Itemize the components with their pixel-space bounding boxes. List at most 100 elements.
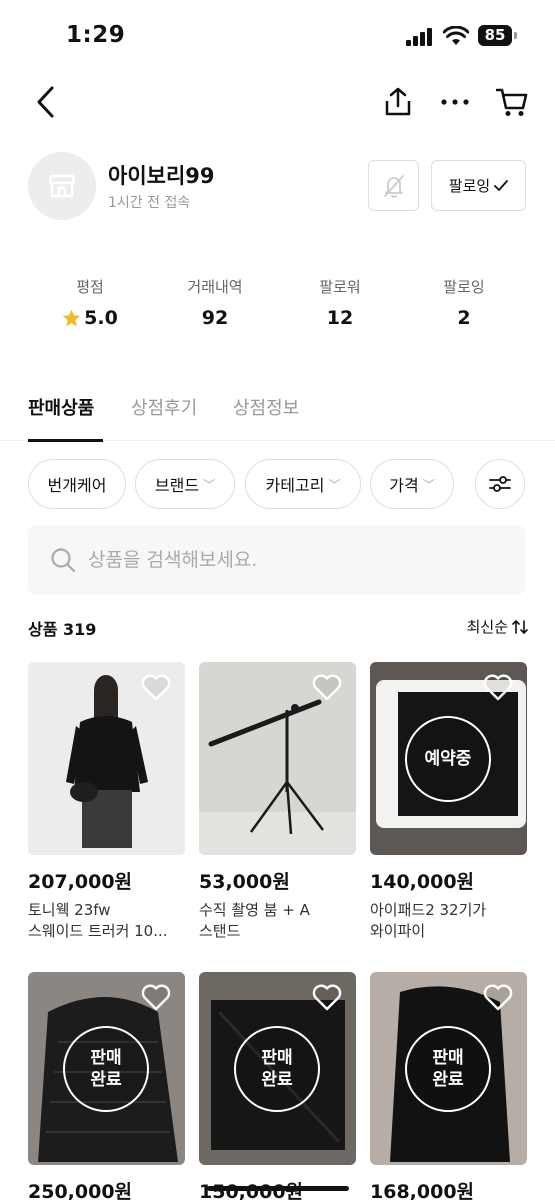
stat-followers[interactable]: 팔로워 12	[285, 276, 395, 329]
check-icon	[494, 179, 509, 191]
product-card[interactable]: 예약중 140,000원 아이패드2 32기가 와이파이	[370, 662, 527, 942]
product-image	[199, 662, 356, 855]
shop-tabs: 판매상품 상점후기 상점정보	[0, 394, 555, 442]
tab-shop-info[interactable]: 상점정보	[233, 394, 299, 441]
sold-out-badge: 판매 완료	[405, 1026, 491, 1112]
search-icon	[51, 548, 76, 573]
status-bar: 1:29 85	[0, 0, 555, 72]
sort-button[interactable]: 최신순	[467, 616, 528, 637]
shop-stats: 평점 5.0 거래내역 92 팔로워 12 팔로잉 2	[0, 276, 555, 336]
stat-label: 평점	[76, 278, 104, 296]
product-title-line: 스탠드	[199, 922, 241, 940]
wifi-icon	[443, 26, 469, 45]
cart-button[interactable]	[492, 78, 532, 126]
cellular-signal-icon	[406, 28, 434, 46]
stat-value: 5.0	[84, 307, 118, 329]
battery-tip	[514, 32, 517, 39]
product-image: 판매 완료	[28, 972, 185, 1165]
chevron-down-icon: ﹀	[203, 477, 216, 492]
filter-brand[interactable]: 브랜드 ﹀	[135, 459, 235, 509]
following-label: 팔로잉	[448, 177, 491, 195]
product-title-line: 아이패드2 32기가	[370, 901, 487, 919]
filter-label: 가격	[389, 476, 419, 495]
filter-label: 카테고리	[265, 476, 325, 495]
sort-label: 최신순	[466, 618, 508, 636]
product-image	[28, 662, 185, 855]
heart-icon[interactable]	[312, 674, 342, 701]
star-icon	[63, 309, 81, 327]
stat-label: 팔로워	[319, 278, 361, 296]
share-icon	[385, 87, 411, 116]
heart-icon[interactable]	[141, 674, 171, 701]
last-seen-text: 1시간 전 접속	[108, 195, 191, 211]
stat-rating: 평점 5.0	[35, 276, 145, 329]
sliders-icon	[489, 476, 511, 492]
product-card[interactable]: 판매 완료 250,000원	[28, 972, 185, 1200]
shop-avatar[interactable]	[28, 152, 96, 220]
filter-bungae-care[interactable]: 번개케어	[28, 459, 126, 509]
stat-value: 12	[326, 307, 354, 329]
bell-off-icon	[383, 174, 404, 198]
stat-label: 팔로잉	[443, 278, 485, 296]
product-price: 140,000원	[370, 871, 475, 893]
product-price: 250,000원	[28, 1181, 133, 1200]
share-button[interactable]	[378, 78, 418, 126]
product-card[interactable]: 판매 완료 168,000원	[370, 972, 527, 1200]
product-image: 판매 완료	[370, 972, 527, 1165]
sold-out-badge: 판매 완료	[234, 1026, 320, 1112]
more-dots-icon	[441, 99, 469, 105]
heart-icon[interactable]	[483, 674, 513, 701]
product-price: 53,000원	[199, 871, 290, 893]
reserved-badge: 예약중	[405, 716, 491, 802]
sold-out-badge: 판매 완료	[63, 1026, 149, 1112]
tab-products[interactable]: 판매상품	[28, 394, 103, 442]
cart-icon	[496, 88, 528, 116]
product-count: 상품 319	[28, 620, 97, 639]
product-image: 예약중	[370, 662, 527, 855]
heart-icon[interactable]	[483, 984, 513, 1011]
shop-header: 아이보리99 1시간 전 접속 팔로잉	[28, 152, 528, 222]
stat-label: 거래내역	[187, 278, 243, 296]
product-card[interactable]: 207,000원 토니웩 23fw 스웨이드 트러커 10...	[28, 662, 185, 942]
filter-label: 번개케어	[47, 476, 107, 495]
product-price: 207,000원	[28, 871, 133, 893]
filter-category[interactable]: 카테고리 ﹀	[245, 459, 361, 509]
filter-settings-button[interactable]	[475, 459, 525, 509]
product-image: 판매 완료	[199, 972, 356, 1165]
stat-following[interactable]: 팔로잉 2	[409, 276, 519, 329]
heart-icon[interactable]	[312, 984, 342, 1011]
product-search	[28, 525, 525, 595]
product-card[interactable]: 53,000원 수직 촬영 붐 + A 스탠드	[199, 662, 356, 942]
chevron-left-icon	[37, 86, 54, 118]
product-title-line: 수직 촬영 붐 + A	[199, 901, 310, 919]
product-title-line: 토니웩 23fw	[28, 901, 111, 919]
more-button[interactable]	[435, 78, 475, 126]
chevron-down-icon: ﹀	[422, 477, 435, 492]
back-button[interactable]	[26, 78, 66, 126]
status-time: 1:29	[66, 22, 126, 48]
filter-bar: 번개케어 브랜드 ﹀ 카테고리 ﹀ 가격 ﹀	[28, 459, 538, 509]
product-price: 168,000원	[370, 1181, 475, 1200]
store-icon	[49, 174, 75, 198]
sort-arrows-icon	[512, 619, 528, 634]
product-list-header: 상품 319 최신순	[28, 616, 528, 640]
heart-icon[interactable]	[141, 984, 171, 1011]
product-title: 토니웩 23fw 스웨이드 트러커 10...	[28, 900, 185, 942]
stat-value: 92	[201, 307, 229, 329]
shop-name: 아이보리99	[108, 164, 215, 188]
battery-indicator: 85	[478, 25, 512, 46]
chevron-down-icon: ﹀	[328, 477, 341, 492]
product-card[interactable]: 판매 완료 150,000원	[199, 972, 356, 1200]
stat-value-row: 5.0	[35, 307, 145, 329]
product-title: 아이패드2 32기가 와이파이	[370, 900, 527, 942]
search-input[interactable]	[88, 525, 508, 595]
notification-button[interactable]	[368, 160, 419, 211]
product-title-line: 와이파이	[370, 922, 426, 940]
following-button[interactable]: 팔로잉	[431, 160, 526, 211]
product-title: 수직 촬영 붐 + A 스탠드	[199, 900, 356, 942]
nav-bar	[0, 78, 555, 130]
tab-reviews[interactable]: 상점후기	[131, 394, 197, 441]
filter-price[interactable]: 가격 ﹀	[370, 459, 454, 509]
stat-transactions[interactable]: 거래내역 92	[160, 276, 270, 329]
filter-label: 브랜드	[154, 476, 200, 495]
